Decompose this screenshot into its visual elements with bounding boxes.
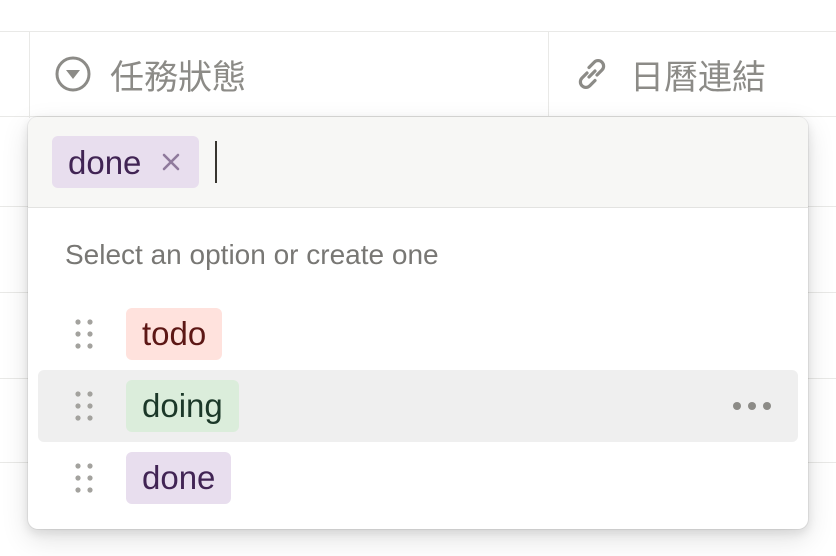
select-icon bbox=[54, 55, 92, 93]
option-tag: done bbox=[126, 452, 232, 504]
more-horizontal-icon[interactable] bbox=[732, 400, 772, 412]
link-icon bbox=[572, 54, 612, 94]
option-tag: todo bbox=[126, 308, 223, 360]
option-done[interactable]: done bbox=[38, 442, 798, 514]
text-cursor[interactable] bbox=[215, 141, 218, 183]
drag-handle-icon[interactable] bbox=[72, 461, 96, 495]
column-header-label: 任務狀態 bbox=[110, 57, 246, 98]
select-dropdown: done Select an option or create one todo bbox=[28, 117, 808, 529]
option-todo[interactable]: todo bbox=[38, 298, 798, 370]
close-icon[interactable] bbox=[161, 152, 181, 172]
drag-handle-icon[interactable] bbox=[72, 317, 96, 351]
option-doing[interactable]: doing bbox=[38, 370, 798, 442]
options-hint: Select an option or create one bbox=[65, 239, 439, 270]
column-header-label: 日曆連結 bbox=[630, 57, 766, 98]
column-header-status[interactable]: 任務狀態 bbox=[54, 32, 246, 116]
option-tag: doing bbox=[126, 380, 239, 432]
selected-tag-done: done bbox=[52, 136, 200, 188]
column-divider bbox=[29, 32, 30, 118]
column-header-calendar-link[interactable]: 日曆連結 bbox=[572, 32, 766, 116]
column-divider bbox=[548, 32, 549, 118]
tag-input-area[interactable]: done bbox=[28, 117, 808, 208]
selected-tag-label: done bbox=[68, 143, 142, 181]
drag-handle-icon[interactable] bbox=[72, 389, 96, 423]
